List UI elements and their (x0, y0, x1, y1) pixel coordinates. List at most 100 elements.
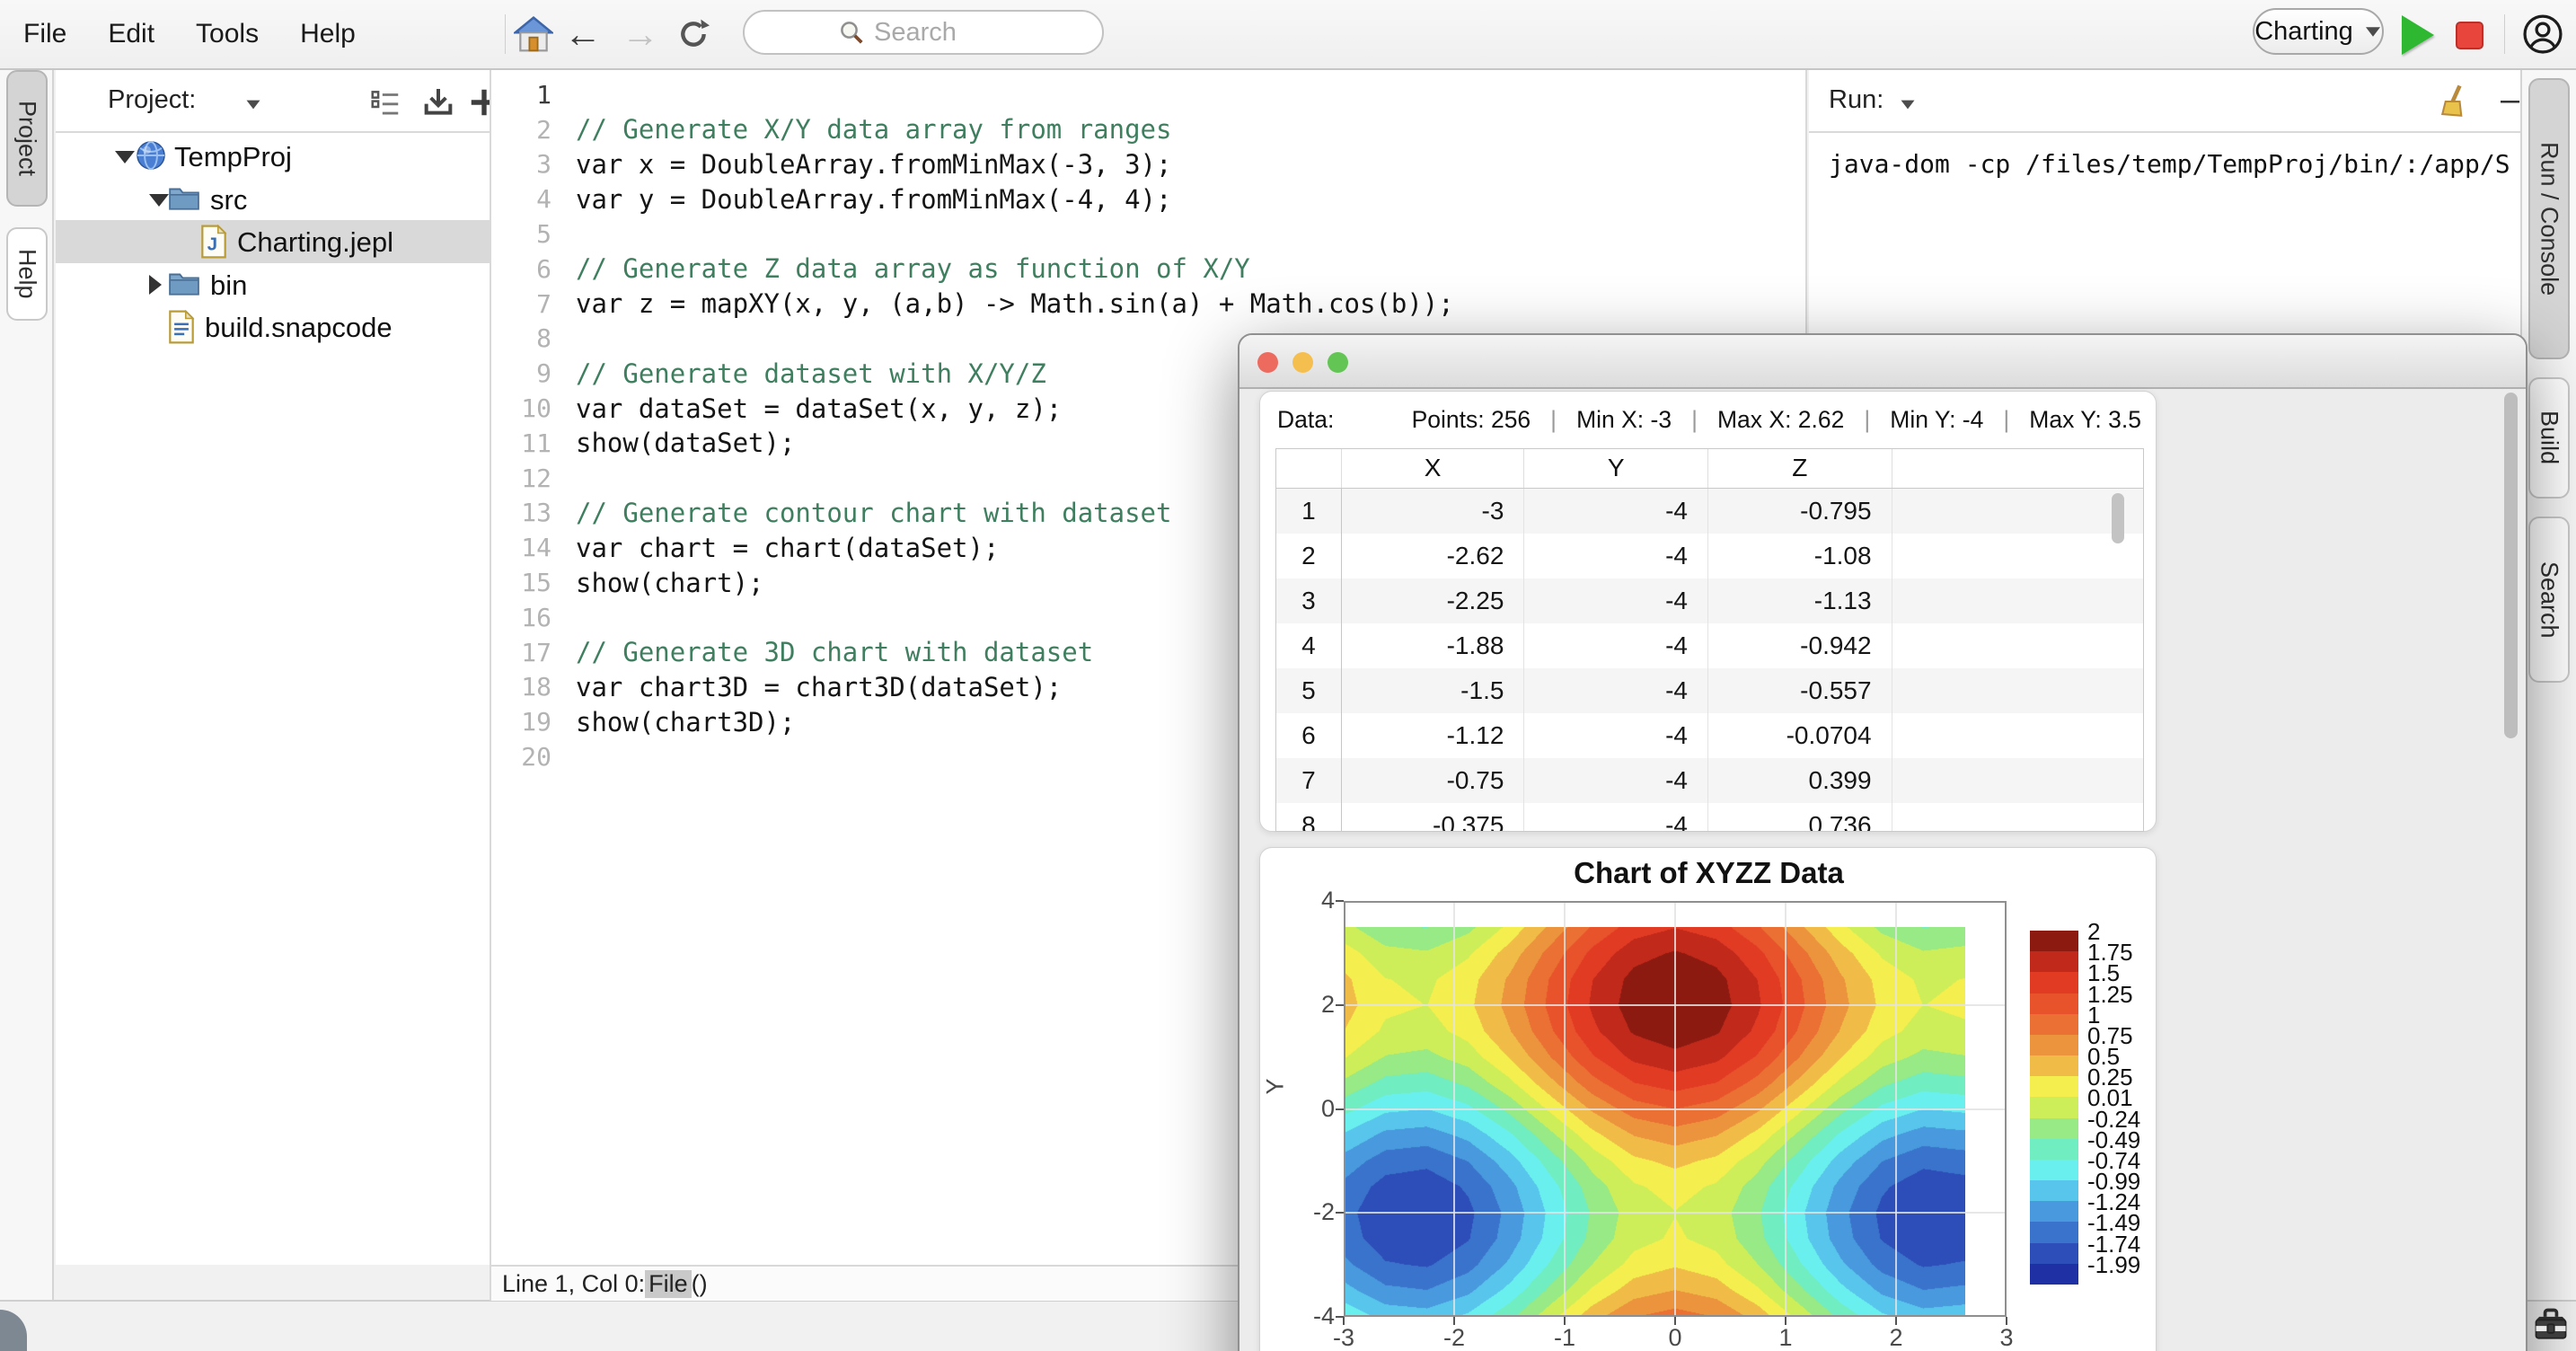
colorbar-band (2030, 1118, 2078, 1139)
sidebar-tab-search[interactable]: Search (2528, 517, 2570, 683)
menu-help[interactable]: Help (300, 19, 356, 49)
colorbar-band (2030, 1076, 2078, 1097)
data-cell: -1.5 (1342, 668, 1525, 713)
stop-button[interactable] (2456, 22, 2483, 49)
home-button[interactable] (514, 0, 553, 68)
empty-cell (1892, 713, 2143, 758)
table-row[interactable]: 8-0.375-40.736 (1276, 803, 2143, 831)
empty-cell (1892, 758, 2143, 803)
line-number: 1 (491, 80, 551, 110)
colorbar-band (2030, 1201, 2078, 1222)
window-titlebar[interactable] (1239, 335, 2526, 389)
refresh-button[interactable] (675, 0, 711, 68)
line-number: 14 (491, 533, 551, 562)
line-number: 15 (491, 568, 551, 597)
minimize-window-button[interactable] (1292, 352, 1313, 373)
zoom-window-button[interactable] (1328, 352, 1348, 373)
disclosure-open-icon[interactable] (149, 194, 169, 207)
table-row[interactable]: 2-2.62-4-1.08 (1276, 534, 2143, 578)
chevron-down-icon[interactable] (1901, 101, 1915, 110)
sidebar-tab-help[interactable]: Help (6, 227, 48, 321)
data-cell: 0.399 (1708, 758, 1892, 803)
code-line-6: 6// Generate Z data array as function of… (491, 252, 1805, 287)
run-config-dropdown[interactable]: Charting (2253, 8, 2384, 55)
colorbar-band (2030, 1097, 2078, 1117)
menu-edit[interactable]: Edit (108, 19, 154, 49)
line-number: 9 (491, 358, 551, 388)
table-row[interactable]: 6-1.12-4-0.0704 (1276, 713, 2143, 758)
data-cell: -0.795 (1708, 489, 1892, 534)
data-cell: -2.62 (1342, 534, 1525, 578)
window-scrollbar[interactable] (2504, 393, 2518, 738)
toolbar-divider (2504, 14, 2505, 54)
globe-icon (135, 139, 167, 172)
data-cell: -2.25 (1342, 578, 1525, 623)
close-window-button[interactable] (1257, 352, 1278, 373)
disclosure-closed-icon[interactable] (149, 275, 162, 295)
tree-item-tempproj[interactable]: TempProj (56, 135, 490, 178)
chevron-down-icon[interactable] (247, 101, 260, 110)
tree-item-src[interactable]: src (56, 178, 490, 221)
tree-item-charting-jepl[interactable]: JCharting.jepl (56, 220, 490, 263)
account-button[interactable] (2522, 0, 2563, 68)
data-cell: -4 (1524, 713, 1708, 758)
forward-button[interactable]: → (622, 0, 659, 68)
data-cell: -0.557 (1708, 668, 1892, 713)
tree-item-bin[interactable]: bin (56, 263, 490, 306)
stat-value: Max Y: 3.5 (2029, 406, 2141, 433)
dataset-stats-row: Data: Points: 256|Min X: -3|Max X: 2.62|… (1277, 406, 2141, 434)
table-row[interactable]: 7-0.75-40.399 (1276, 758, 2143, 803)
code-line-1: 1 (491, 77, 1805, 112)
data-cell: -0.375 (1342, 803, 1525, 831)
y-axis-title: Y (1262, 1078, 1290, 1094)
menu-tools[interactable]: Tools (196, 19, 259, 49)
empty-cell (1892, 534, 2143, 578)
stat-value: Min X: -3 (1576, 406, 1672, 433)
sidebar-tab-project[interactable]: Project (6, 70, 48, 207)
table-row[interactable]: 5-1.5-4-0.557 (1276, 668, 2143, 713)
column-header-X[interactable]: X (1342, 449, 1525, 488)
colorbar-band (2030, 1055, 2078, 1076)
table-row[interactable]: 3-2.25-4-1.13 (1276, 578, 2143, 623)
table-row[interactable]: 1-3-4-0.795 (1276, 489, 2143, 534)
disclosure-open-icon[interactable] (115, 151, 135, 163)
search-field[interactable] (743, 10, 1104, 55)
colorbar-band (2030, 1014, 2078, 1035)
menu-file[interactable]: File (23, 19, 66, 49)
code-text: // Generate 3D chart with dataset (576, 637, 1093, 667)
tree-view-icon[interactable] (368, 86, 402, 120)
column-header-Y[interactable]: Y (1524, 449, 1708, 488)
collapse-console-button[interactable]: – (2501, 81, 2519, 119)
code-text: var chart3D = chart3D(dataSet); (576, 672, 1062, 702)
column-header-Z[interactable]: Z (1708, 449, 1892, 488)
table-scrollbar[interactable] (2112, 493, 2124, 543)
sidebar-tab-run-console[interactable]: Run / Console (2528, 78, 2570, 359)
dataset-card: Data: Points: 256|Min X: -3|Max X: 2.62|… (1259, 391, 2157, 832)
tree-item-build-snapcode[interactable]: build.snapcode (56, 305, 490, 349)
line-number: 20 (491, 742, 551, 772)
colorbar-band (2030, 993, 2078, 1014)
project-panel: Project: TempProj src JCharting.jeplbinbui… (56, 70, 490, 1265)
table-row[interactable]: 4-1.88-4-0.942 (1276, 623, 2143, 668)
line-number: 6 (491, 254, 551, 284)
colorbar-band (2030, 1035, 2078, 1055)
project-header-label: Project: (108, 85, 196, 115)
run-button[interactable] (2402, 15, 2434, 55)
column-header-blank[interactable] (1892, 449, 2143, 488)
column-header-blank[interactable] (1276, 449, 1342, 488)
chevron-down-icon (2366, 27, 2380, 36)
tree-item-label: src (210, 184, 247, 216)
line-number: 11 (491, 428, 551, 458)
colorbar-band (2030, 951, 2078, 972)
clear-console-icon[interactable] (2438, 83, 2475, 120)
data-cell: -1.13 (1708, 578, 1892, 623)
search-input[interactable] (874, 18, 1009, 48)
code-text: // Generate dataset with X/Y/Z (576, 358, 1046, 389)
download-icon[interactable] (420, 84, 456, 120)
back-button[interactable]: ← (564, 0, 602, 68)
toolbox-icon[interactable] (2531, 1304, 2571, 1346)
x-tick-label: 3 (1971, 1324, 2042, 1351)
search-icon (838, 19, 865, 46)
sidebar-tab-build[interactable]: Build (2528, 377, 2570, 499)
row-number-cell: 2 (1276, 534, 1342, 578)
